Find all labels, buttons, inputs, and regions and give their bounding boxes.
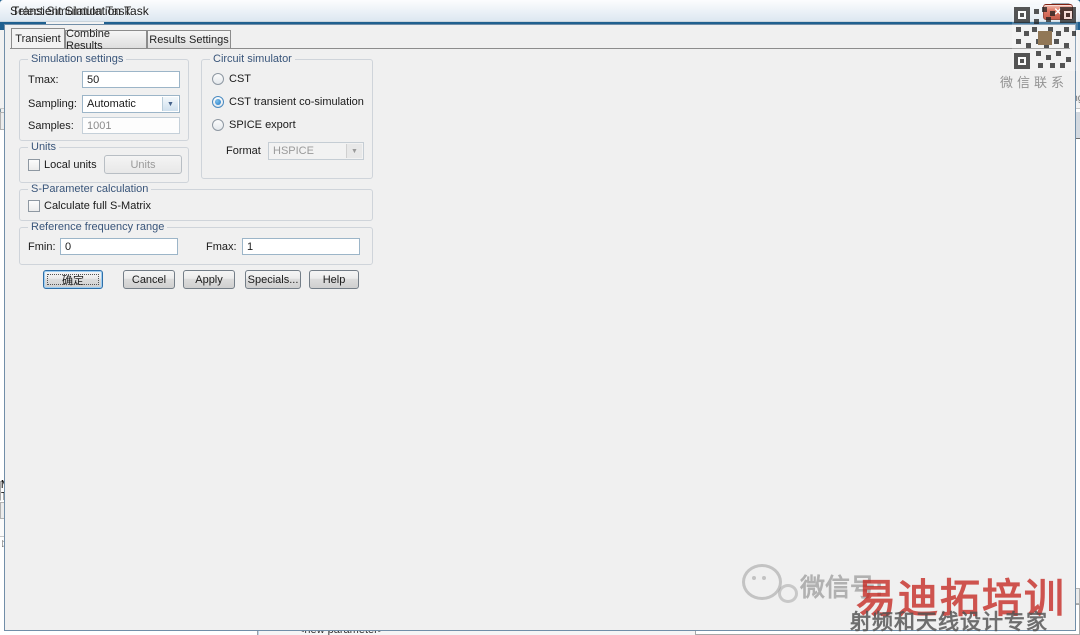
fmin-input[interactable] <box>60 238 178 255</box>
apply-button[interactable]: Apply <box>183 270 235 289</box>
sampling-dropdown[interactable]: Automatic ▼ <box>82 95 180 113</box>
fmax-label: Fmax: <box>206 241 237 253</box>
s-parameter-calculation-group: S-Parameter calculation Calculate full S… <box>19 183 373 221</box>
sampling-label: Sampling: <box>28 98 77 110</box>
tab-transient[interactable]: Transient <box>11 28 65 48</box>
reference-frequency-range-group: Reference frequency range Fmin: Fmax: <box>19 221 373 265</box>
help-button[interactable]: Help <box>309 270 359 289</box>
specials-button[interactable]: Specials... <box>245 270 301 289</box>
tmax-input[interactable] <box>82 71 180 88</box>
tab-divider <box>10 48 1070 49</box>
simulation-settings-group: Simulation settings Tmax: Sampling: Auto… <box>19 53 189 141</box>
chevron-down-icon: ▼ <box>162 97 178 111</box>
dialog-title: Transient Simulation Task <box>12 4 149 18</box>
radio-cst[interactable] <box>212 73 224 85</box>
fmax-input[interactable] <box>242 238 360 255</box>
cancel-button[interactable]: Cancel <box>123 270 175 289</box>
samples-input[interactable] <box>82 117 180 134</box>
units-group: Units Local units Units <box>19 141 189 183</box>
chevron-down-icon: ▼ <box>346 144 362 158</box>
local-units-checkbox[interactable] <box>28 159 40 171</box>
tab-combine-results[interactable]: Combine Results <box>65 28 147 52</box>
fmin-label: Fmin: <box>28 241 56 253</box>
dialog-titlebar[interactable]: Select Simulation Task ✕ <box>0 0 1080 22</box>
format-dropdown[interactable]: HSPICE ▼ <box>268 142 364 160</box>
tab-results-settings[interactable]: Results Settings <box>147 30 231 48</box>
format-label: Format <box>226 145 261 157</box>
ok-button[interactable]: 确定 <box>43 270 103 289</box>
calculate-full-smatrix-checkbox[interactable] <box>28 200 40 212</box>
application-window: File Home Post-Processing View Paste Cut… <box>0 0 1080 635</box>
transient-simulation-task-dialog: Transient Simulation Task ✕ Transient Co… <box>0 4 1076 635</box>
units-button[interactable]: Units <box>104 155 182 174</box>
close-icon[interactable]: ✕ <box>1043 4 1073 20</box>
radio-cst-transient-cosimulation[interactable] <box>212 96 224 108</box>
tmax-label: Tmax: <box>28 74 59 86</box>
circuit-simulator-group: Circuit simulator CST CST transient co-s… <box>201 53 373 179</box>
samples-label: Samples: <box>28 120 74 132</box>
dialog-body: Transient Combine Results Results Settin… <box>4 24 1076 631</box>
radio-spice-export[interactable] <box>212 119 224 131</box>
